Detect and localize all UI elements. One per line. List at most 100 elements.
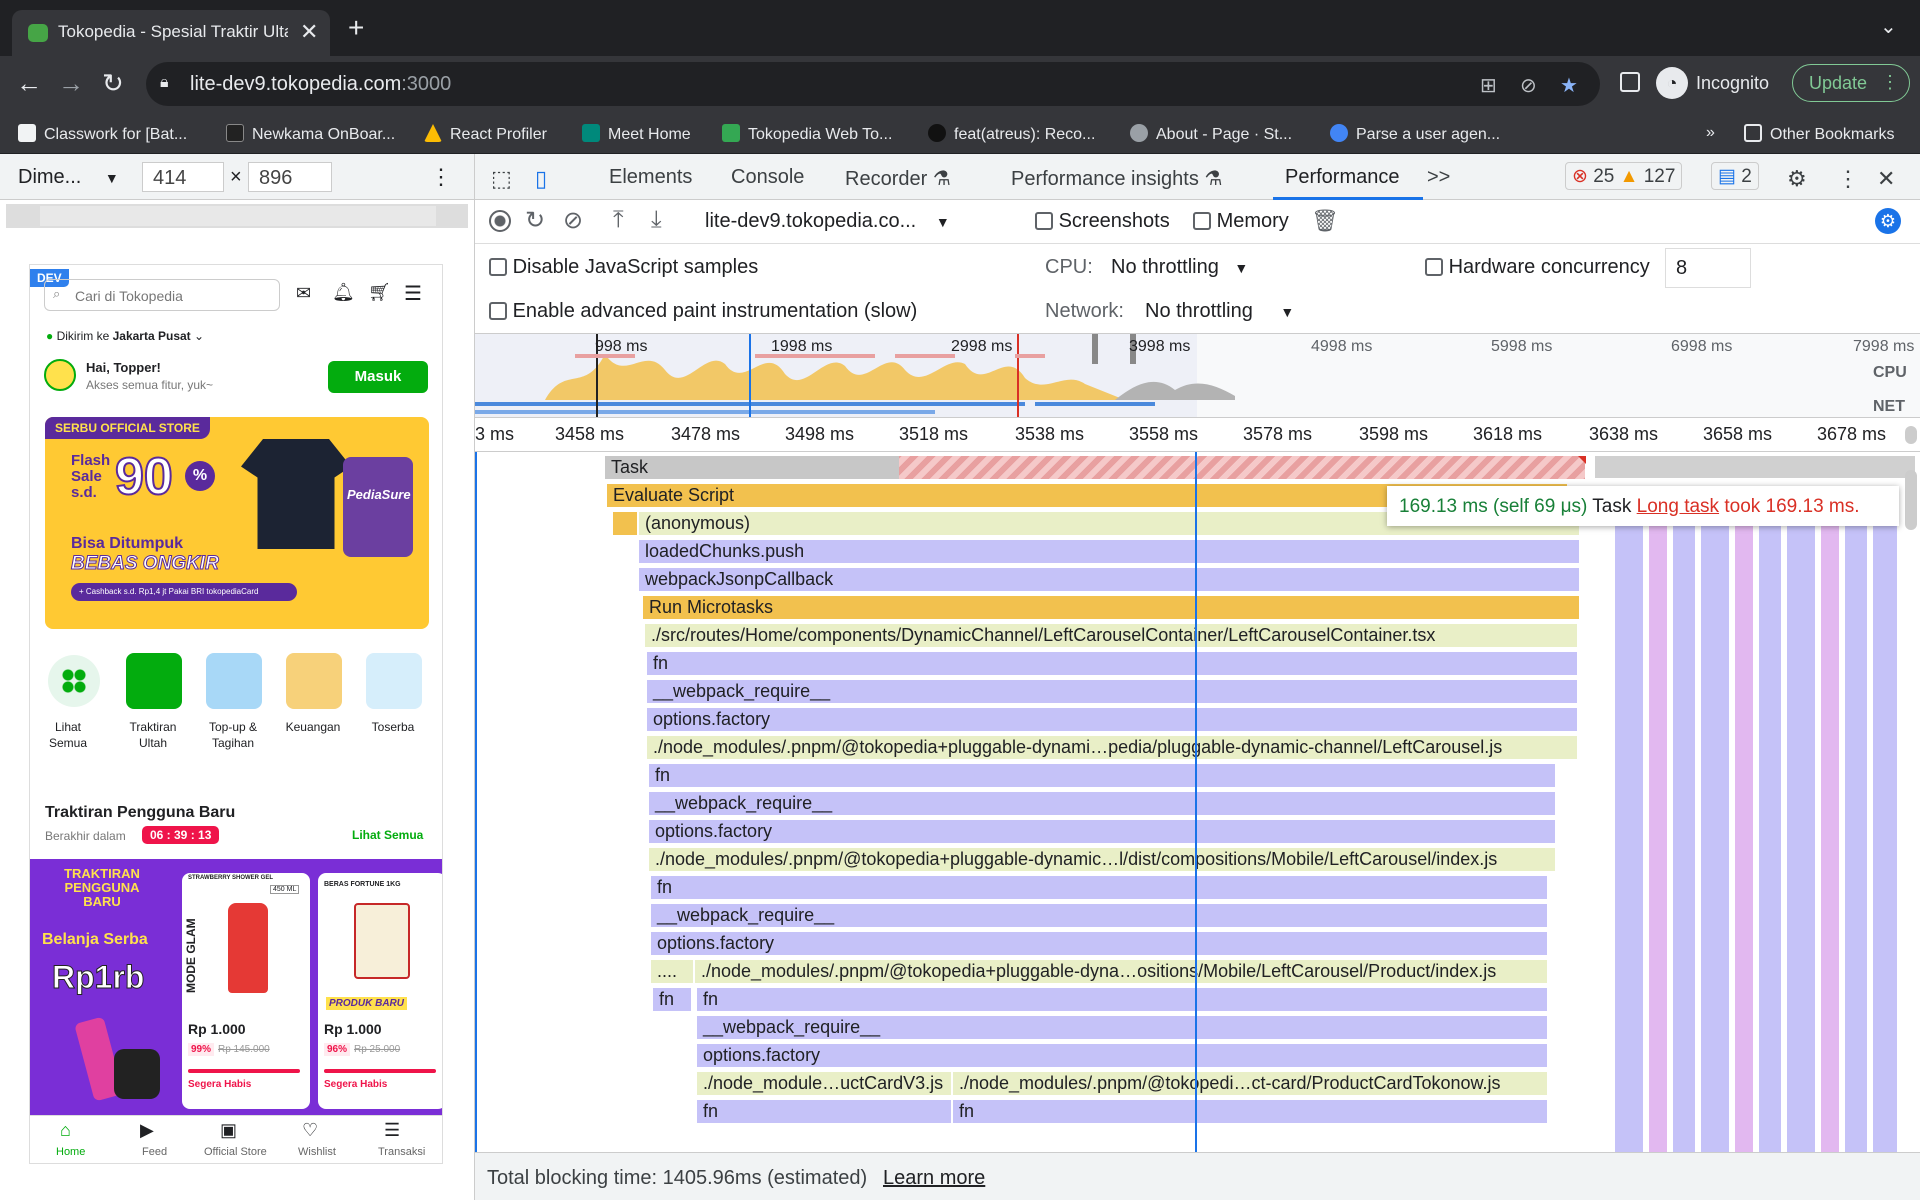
checkbox[interactable] [1425, 258, 1443, 276]
flame-row-task[interactable]: Task [605, 456, 1585, 479]
see-all-link[interactable]: Lihat Semua [352, 828, 423, 842]
flame-row[interactable]: webpackJsonpCallback [639, 568, 1579, 591]
new-tab-icon[interactable]: + [348, 12, 364, 44]
flame-row[interactable]: fn [653, 988, 691, 1011]
tab-search-chevron-icon[interactable]: ⌄ [1880, 14, 1897, 39]
flame-row-source-file[interactable]: ./src/routes/Home/components/DynamicChan… [645, 624, 1577, 647]
messages-badge[interactable]: ▤ 2 [1711, 162, 1759, 190]
translate-icon[interactable]: ⊞ [1480, 73, 1497, 98]
hardware-concurrency-input[interactable]: 8 [1665, 248, 1751, 288]
bookmark-item[interactable]: React Profiler [424, 124, 547, 144]
flame-row[interactable]: loadedChunks.push [639, 540, 1579, 563]
grid-icon[interactable] [48, 655, 100, 707]
ruler-scroll-thumb[interactable] [1905, 426, 1917, 444]
bookmark-item[interactable]: Parse a user agen... [1330, 124, 1500, 144]
flame-row[interactable]: fn [697, 988, 1547, 1011]
close-icon[interactable]: ✕ [1877, 166, 1895, 192]
category-label[interactable]: Traktiran Ultah [118, 719, 188, 751]
trash-icon[interactable]: 🗑︎ [1311, 208, 1339, 234]
nav-home[interactable]: Home [56, 1146, 85, 1158]
screenshots-toggle[interactable]: Screenshots [1035, 210, 1170, 233]
nav-transaksi[interactable]: Transaksi [378, 1146, 425, 1158]
close-tab-icon[interactable]: ✕ [300, 19, 318, 45]
width-input[interactable]: 414 [142, 162, 224, 192]
nav-feed[interactable]: Feed [142, 1146, 167, 1158]
cpu-throttle-select[interactable]: No throttling ▼ [1111, 256, 1248, 279]
record-icon[interactable] [489, 210, 511, 232]
flame-row[interactable]: options.factory [697, 1044, 1547, 1067]
timeline-overview[interactable]: 998 ms 1998 ms 2998 ms 3998 ms 4998 ms 5… [475, 334, 1920, 418]
checkbox[interactable] [1035, 212, 1053, 230]
bell-icon[interactable]: 🔔︎ [332, 282, 355, 303]
flame-row[interactable]: fn [647, 652, 1577, 675]
tab-recorder[interactable]: Recorder ⚗ [845, 166, 951, 191]
flame-row[interactable]: fn [649, 764, 1555, 787]
profile-select[interactable]: lite-dev9.tokopedia.co... ▼ [705, 210, 950, 233]
groceries-icon[interactable] [366, 653, 422, 709]
reload-record-icon[interactable]: ↻ [525, 206, 545, 235]
flame-row[interactable]: __webpack_require__ [651, 904, 1547, 927]
home-icon[interactable]: ⌂ [60, 1120, 71, 1141]
height-input[interactable]: 896 [248, 162, 332, 192]
other-bookmarks[interactable]: Other Bookmarks [1744, 124, 1894, 144]
tab-performance[interactable]: Performance [1285, 166, 1400, 189]
menu-icon[interactable]: ☰ [404, 281, 422, 306]
bookmark-item[interactable]: Tokopedia Web To... [722, 124, 892, 144]
checkbox[interactable] [489, 302, 507, 320]
download-icon[interactable]: ⤓ [651, 206, 662, 234]
inspect-icon[interactable]: ⬚ [491, 166, 512, 192]
official-store-icon[interactable]: ▣ [220, 1120, 237, 1141]
flame-row-stub[interactable] [613, 512, 637, 535]
flame-row-source-file[interactable]: ./node_modules/.pnpm/@tokopedi…ct-card/P… [953, 1072, 1547, 1095]
promo-banner[interactable]: SERBU OFFICIAL STORE Flash Sale s.d. 90 … [45, 417, 429, 629]
flame-row-source-file[interactable]: ./node_modules/.pnpm/@tokopedia+pluggabl… [695, 960, 1547, 983]
category-label[interactable]: Lihat Semua [38, 719, 98, 751]
back-icon[interactable]: ← [16, 68, 42, 99]
flame-row[interactable]: options.factory [651, 932, 1547, 955]
heart-icon[interactable]: ♡ [302, 1120, 318, 1141]
login-button[interactable]: Masuk [328, 361, 428, 393]
flame-scroll-thumb[interactable] [1905, 470, 1917, 530]
tab-performance-insights[interactable]: Performance insights ⚗ [1011, 166, 1222, 191]
more-tabs-icon[interactable]: >> [1427, 166, 1450, 189]
location-row[interactable]: ● Dikirim ke Jakarta Pusat ⌄ [46, 329, 204, 343]
url-text[interactable]: lite-dev9.tokopedia.com:3000 [190, 73, 451, 96]
bookmark-star-icon[interactable]: ★ [1560, 73, 1578, 98]
more-options-icon[interactable]: ⋮ [430, 164, 452, 190]
flame-row-source-file[interactable]: ./node_modules/.pnpm/@tokopedia+pluggabl… [647, 736, 1577, 759]
device-select[interactable]: Dime... ▼ [18, 166, 119, 189]
flame-row[interactable]: fn [651, 876, 1547, 899]
long-task-link[interactable]: Long task [1637, 496, 1719, 517]
feed-icon[interactable]: ▶ [140, 1120, 154, 1141]
flame-row[interactable]: __webpack_require__ [649, 792, 1555, 815]
flame-row[interactable]: fn [697, 1100, 951, 1123]
product-card[interactable]: BERAS FORTUNE 1KG PRODUK BARU Rp 1.000 9… [318, 873, 442, 1109]
bookmark-item[interactable]: Classwork for [Bat... [18, 124, 187, 144]
issues-badge[interactable]: ⊗ 25 ▲ 127 [1565, 162, 1683, 190]
mail-icon[interactable]: ✉ [296, 283, 311, 304]
address-bar[interactable]: 🔒︎ lite-dev9.tokopedia.com:3000 ⊞ ⊘ ★ [146, 62, 1600, 106]
coins-icon[interactable] [286, 653, 342, 709]
memory-toggle[interactable]: Memory [1193, 210, 1289, 233]
category-label[interactable]: Keuangan [278, 719, 348, 735]
nav-wishlist[interactable]: Wishlist [298, 1146, 336, 1158]
forward-icon[interactable]: → [58, 68, 84, 99]
disable-js-samples[interactable]: Disable JavaScript samples [489, 256, 758, 279]
network-throttle-select[interactable]: No throttling ▼ [1145, 300, 1294, 323]
upload-icon[interactable]: ⤒ [613, 206, 624, 234]
media-query-segment[interactable] [40, 206, 436, 226]
flame-row-run-microtasks[interactable]: Run Microtasks [643, 596, 1579, 619]
cart-icon[interactable]: 🛒︎ [368, 282, 391, 303]
flame-row[interactable]: fn [953, 1100, 1547, 1123]
flame-row-ellipsis[interactable]: .... [651, 960, 693, 983]
product-card[interactable]: STRAWBERRY SHOWER GEL 450 ML MODE GLAM R… [182, 873, 310, 1109]
eye-off-icon[interactable]: ⊘ [1520, 73, 1537, 98]
flame-row-source-file[interactable]: ./node_modules/.pnpm/@tokopedia+pluggabl… [649, 848, 1555, 871]
flame-row[interactable]: options.factory [647, 708, 1577, 731]
gift-mascot-icon[interactable] [126, 653, 182, 709]
side-panel-icon[interactable] [1620, 72, 1640, 92]
flame-row-source-file[interactable]: ./node_module…uctCardV3.js [697, 1072, 951, 1095]
tab-console[interactable]: Console [731, 166, 804, 189]
advanced-paint[interactable]: Enable advanced paint instrumentation (s… [489, 300, 917, 323]
nav-official-store[interactable]: Official Store [204, 1146, 267, 1158]
